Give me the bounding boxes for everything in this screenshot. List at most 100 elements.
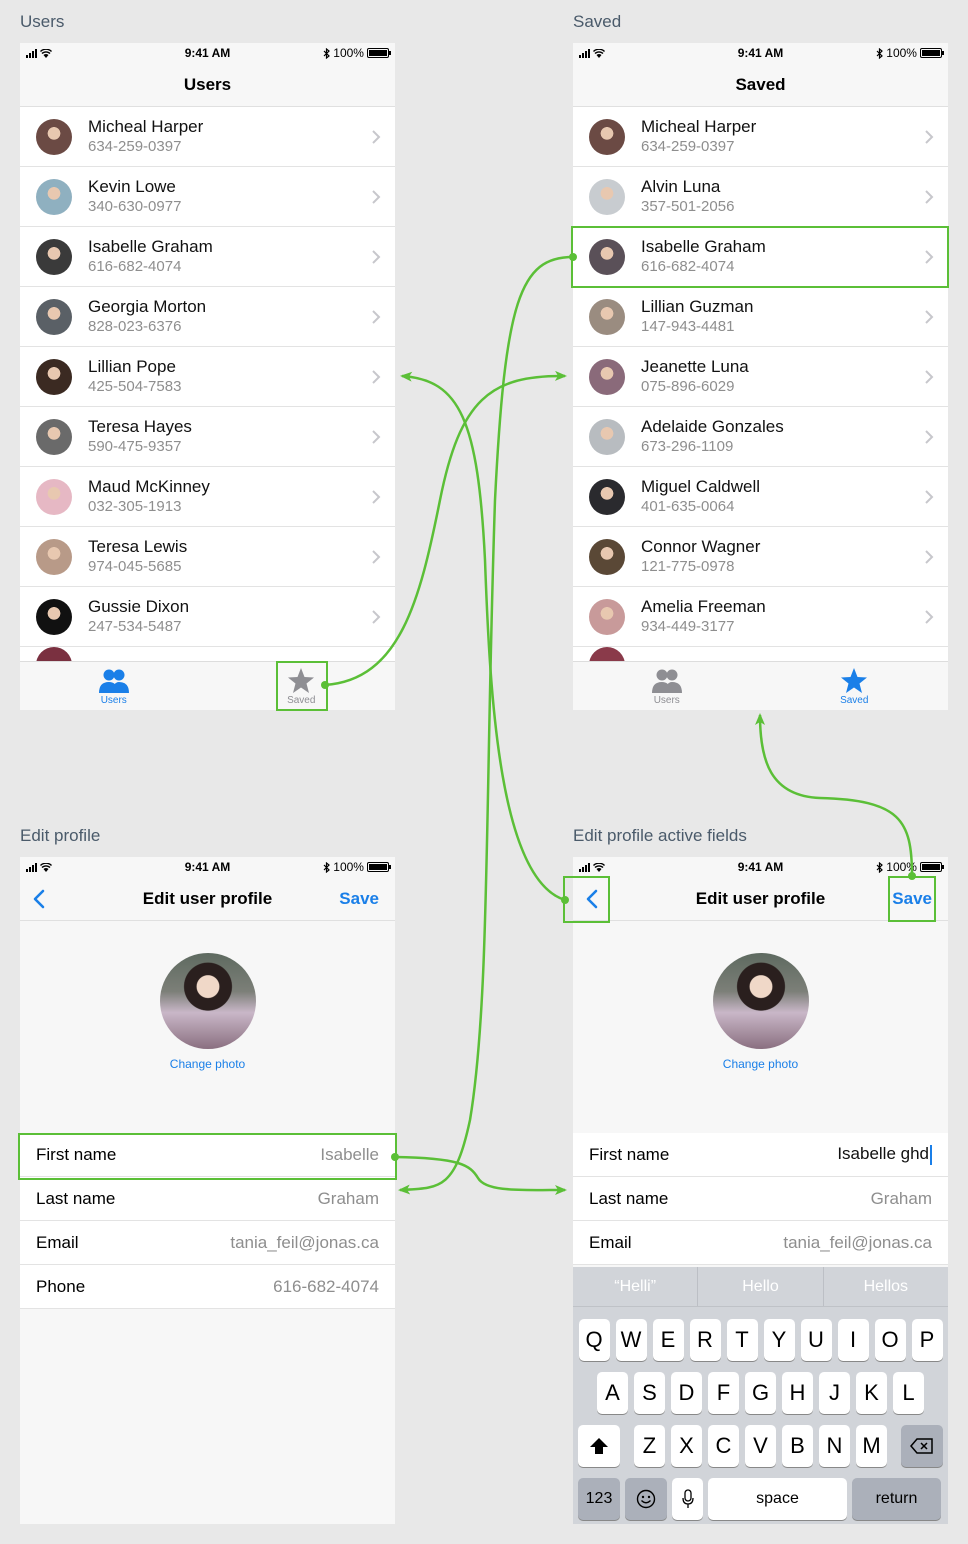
list-item[interactable]: Jeanette Luna 075-896-6029 [573,347,948,407]
change-photo-link[interactable]: Change photo [170,1057,245,1071]
numbers-key[interactable]: 123 [578,1478,620,1520]
avatar [36,358,72,395]
mic-key[interactable] [672,1478,703,1520]
shift-key[interactable] [578,1425,620,1467]
chevron-right-icon [925,370,934,384]
bluetooth-icon [323,861,331,873]
key[interactable]: J [819,1372,850,1414]
battery-icon [366,48,391,58]
field-value[interactable]: tania_feil@jonas.ca [230,1233,379,1252]
key[interactable]: W [615,1319,647,1361]
list-item-text: Gussie Dixon 247-534-5487 [88,597,189,637]
tab-users-label: Users [653,695,680,706]
list-item[interactable]: Teresa Hayes 590-475-9357 [20,407,395,467]
return-key[interactable]: return [852,1478,941,1520]
key[interactable]: O [874,1319,906,1361]
key[interactable]: I [837,1319,869,1361]
key[interactable]: F [708,1372,739,1414]
battery-percent: 100% [333,860,364,874]
form-field[interactable]: First name Isabelle ghd [573,1133,948,1177]
form-field[interactable]: Phone 616-682-4074 [20,1265,395,1309]
key[interactable]: H [782,1372,813,1414]
key[interactable]: A [597,1372,628,1414]
key[interactable]: B [782,1425,813,1467]
key[interactable]: M [856,1425,887,1467]
tab-saved[interactable]: Saved [761,662,949,710]
key[interactable]: E [652,1319,684,1361]
list-item[interactable]: Maud McKinney 032-305-1913 [20,467,395,527]
tab-users[interactable]: Users [20,662,208,710]
key[interactable]: R [689,1319,721,1361]
space-key[interactable]: space [708,1478,847,1520]
list-item[interactable]: Micheal Harper 634-259-0397 [573,107,948,167]
list-item[interactable]: Lillian Guzman 147-943-4481 [573,287,948,347]
board-label-saved: Saved [573,12,622,31]
list-item[interactable]: Teresa Lewis 974-045-5685 [20,527,395,587]
key[interactable]: U [800,1319,832,1361]
list-item[interactable]: Miguel Caldwell 401-635-0064 [573,467,948,527]
field-value[interactable]: Graham [318,1189,379,1208]
key[interactable]: N [819,1425,850,1467]
bluetooth-icon [876,861,884,873]
list-item[interactable]: Kevin Lowe 340-630-0977 [20,167,395,227]
avatar [36,118,72,155]
list-item[interactable]: Adelaide Gonzales 673-296-1109 [573,407,948,467]
keyboard-row-3-letters: ZXCVBNM [634,1425,887,1467]
key[interactable]: Y [763,1319,795,1361]
key[interactable]: L [893,1372,924,1414]
suggestion-item[interactable]: Hellos [824,1267,948,1306]
user-phone: 616-682-4074 [88,257,182,275]
key[interactable]: P [911,1319,943,1361]
arrow-save-to-saved [755,713,914,877]
key[interactable]: S [634,1372,665,1414]
suggestion-item[interactable]: Hello [698,1267,824,1306]
delete-key[interactable] [901,1425,943,1467]
avatar [36,598,72,635]
list-item[interactable]: Connor Wagner 121-775-0978 [573,527,948,587]
list-item[interactable]: Lillian Pope 425-504-7583 [20,347,395,407]
form-field[interactable]: Email tania_feil@jonas.ca [20,1221,395,1265]
key[interactable]: K [856,1372,887,1414]
tab-users[interactable]: Users [573,662,761,710]
key[interactable]: T [726,1319,758,1361]
list-item[interactable]: Alvin Luna 357-501-2056 [573,167,948,227]
chevron-right-icon [925,130,934,144]
key[interactable]: D [671,1372,702,1414]
key[interactable]: X [671,1425,702,1467]
saved-screen: 9:41 AM 100% Saved Micheal Harper 634-259… [573,43,948,710]
list-item-text: Georgia Morton 828-023-6376 [88,297,206,337]
form-field[interactable]: Last name Graham [20,1177,395,1221]
user-name: Lillian Pope [88,356,176,376]
field-value[interactable]: tania_feil@jonas.ca [783,1233,932,1252]
highlight-saved-row [571,226,949,288]
status-time: 9:41 AM [737,46,784,60]
list-item[interactable]: Isabelle Graham 616-682-4074 [20,227,395,287]
key[interactable]: C [708,1425,739,1467]
form-field[interactable]: Email tania_feil@jonas.ca [573,1221,948,1265]
back-button[interactable] [24,877,54,921]
save-button[interactable]: Save [339,877,379,921]
user-phone: 247-534-5487 [88,617,182,635]
field-value[interactable]: Isabelle ghd [837,1144,929,1163]
field-value[interactable]: Graham [871,1189,932,1208]
key[interactable]: G [745,1372,776,1414]
list-item[interactable]: Micheal Harper 634-259-0397 [20,107,395,167]
suggestion-item[interactable]: “Helli” [573,1267,699,1306]
key[interactable]: Z [634,1425,665,1467]
list-item[interactable]: Georgia Morton 828-023-6376 [20,287,395,347]
field-label: Phone [36,1276,86,1296]
key[interactable]: Q [578,1319,610,1361]
users-screen: 9:41 AM 100% Users Micheal Harper 634-259… [20,43,395,710]
form-field[interactable]: Last name Graham [573,1177,948,1221]
keyboard-row-1: QWERTYUIOP [573,1319,948,1361]
key[interactable]: V [745,1425,776,1467]
list-item[interactable]: Amelia Freeman 934-449-3177 [573,587,948,647]
field-label: Email [589,1232,632,1252]
list-item[interactable]: Gussie Dixon 247-534-5487 [20,587,395,647]
change-photo-link[interactable]: Change photo [723,1057,798,1071]
field-value[interactable]: 616-682-4074 [273,1277,379,1296]
navbar: Edit user profile Save [20,877,395,921]
page-title: Edit user profile [142,888,273,908]
chevron-right-icon [925,610,934,624]
emoji-key[interactable] [625,1478,667,1520]
